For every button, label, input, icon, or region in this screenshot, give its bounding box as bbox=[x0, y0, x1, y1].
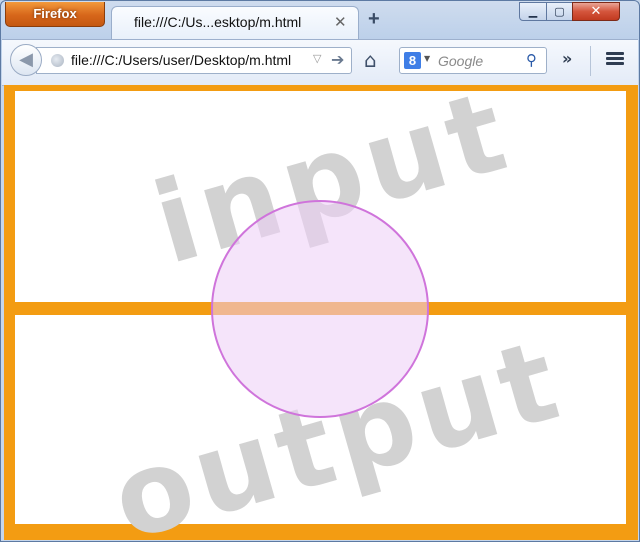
go-arrow-icon[interactable]: ➔ bbox=[331, 50, 344, 69]
url-bar[interactable]: file:///C:/Users/user/Desktop/m.html ▽ ➔ bbox=[36, 47, 352, 74]
toolbar-divider bbox=[590, 46, 591, 76]
new-tab-button[interactable]: + bbox=[368, 8, 380, 31]
navigation-toolbar: file:///C:/Users/user/Desktop/m.html ▽ ➔… bbox=[2, 39, 638, 86]
maximize-button[interactable]: ▢ bbox=[546, 2, 573, 21]
google-engine-icon[interactable]: 8 bbox=[404, 52, 421, 69]
globe-icon bbox=[51, 54, 64, 67]
back-button[interactable]: ◀ bbox=[10, 44, 42, 76]
translucent-circle bbox=[211, 200, 429, 418]
hamburger-menu-icon[interactable] bbox=[606, 52, 624, 66]
search-box[interactable]: 8 ▼ Google ⚲ bbox=[399, 47, 547, 74]
firefox-menu-button[interactable]: Firefox bbox=[5, 2, 105, 27]
search-input[interactable]: Google bbox=[438, 53, 483, 69]
browser-window: Firefox file:///C:/Us...esktop/m.html ✕ … bbox=[0, 0, 640, 542]
url-dropdown-icon[interactable]: ▽ bbox=[313, 52, 321, 65]
overflow-chevron-icon[interactable]: » bbox=[562, 49, 572, 68]
minimize-button[interactable]: ▁ bbox=[519, 2, 547, 21]
home-icon[interactable]: ⌂ bbox=[364, 48, 377, 72]
close-window-button[interactable]: ✕ bbox=[572, 2, 620, 21]
tab-close-icon[interactable]: ✕ bbox=[334, 13, 347, 31]
page-content: input output bbox=[4, 85, 638, 540]
search-engine-dropdown-icon[interactable]: ▼ bbox=[424, 54, 430, 63]
url-input[interactable]: file:///C:/Users/user/Desktop/m.html bbox=[71, 52, 307, 68]
tab-current[interactable]: file:///C:/Us...esktop/m.html ✕ bbox=[111, 6, 359, 40]
search-icon[interactable]: ⚲ bbox=[526, 51, 537, 69]
tab-title: file:///C:/Us...esktop/m.html bbox=[134, 14, 302, 30]
